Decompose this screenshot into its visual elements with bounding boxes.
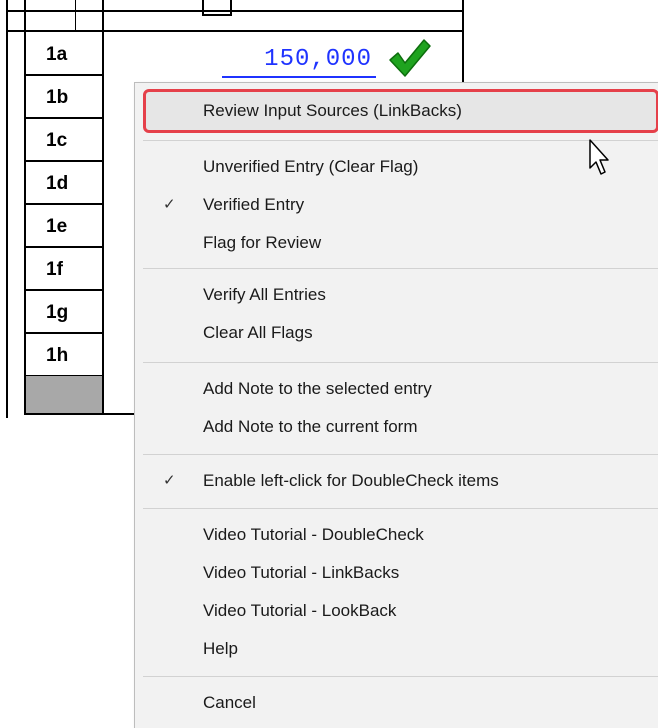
form-row-line — [24, 74, 104, 76]
menu-item-label: Unverified Entry (Clear Flag) — [203, 157, 419, 176]
menu-item-help[interactable]: Help — [135, 631, 658, 667]
menu-item-unverified-entry[interactable]: Unverified Entry (Clear Flag) — [135, 149, 658, 185]
form-row-line — [24, 289, 104, 291]
menu-separator — [143, 140, 658, 141]
row-label-1f: 1f — [46, 259, 63, 280]
menu-item-label: Video Tutorial - LookBack — [203, 601, 397, 620]
menu-item-label: Review Input Sources (LinkBacks) — [203, 101, 462, 120]
menu-separator — [143, 676, 658, 677]
menu-item-label: Help — [203, 639, 238, 658]
menu-item-video-tutorial-linkbacks[interactable]: Video Tutorial - LinkBacks — [135, 555, 658, 591]
mouse-cursor-icon — [589, 139, 609, 175]
menu-item-review-input-sources[interactable]: Review Input Sources (LinkBacks) — [143, 89, 658, 133]
menu-item-cancel[interactable]: Cancel — [135, 685, 658, 721]
form-row-line — [24, 160, 104, 162]
menu-item-add-note-selected-entry[interactable]: Add Note to the selected entry — [135, 371, 658, 407]
menu-item-add-note-current-form[interactable]: Add Note to the current form — [135, 409, 658, 445]
form-row-line — [6, 30, 464, 32]
menu-item-label: Verify All Entries — [203, 285, 326, 304]
row-label-1e: 1e — [46, 216, 68, 237]
menu-item-video-tutorial-lookback[interactable]: Video Tutorial - LookBack — [135, 593, 658, 629]
menu-separator — [143, 508, 658, 509]
form-row-line — [24, 332, 104, 334]
form-border-col0 — [75, 0, 76, 30]
menu-item-label: Video Tutorial - LinkBacks — [203, 563, 400, 582]
check-icon: ✓ — [163, 196, 176, 213]
form-border-left — [6, 0, 8, 418]
form-row-line — [6, 10, 464, 12]
menu-item-video-tutorial-doublecheck[interactable]: Video Tutorial - DoubleCheck — [135, 517, 658, 553]
menu-item-label: Enable left-click for DoubleCheck items — [203, 471, 499, 490]
menu-item-enable-left-click[interactable]: ✓ Enable left-click for DoubleCheck item… — [135, 463, 658, 499]
context-menu: Review Input Sources (LinkBacks) Unverif… — [134, 82, 658, 728]
row-label-1g: 1g — [46, 302, 69, 323]
menu-item-label: Add Note to the current form — [203, 417, 418, 436]
field-1a-value[interactable]: 150,000 — [200, 46, 372, 74]
row-label-1b: 1b — [46, 87, 69, 108]
menu-item-label: Cancel — [203, 693, 256, 712]
menu-item-verify-all-entries[interactable]: Verify All Entries — [135, 277, 658, 313]
menu-item-clear-all-flags[interactable]: Clear All Flags — [135, 315, 658, 351]
form-border-col2 — [102, 0, 104, 413]
menu-item-label: Clear All Flags — [203, 323, 313, 342]
menu-item-label: Flag for Review — [203, 233, 322, 252]
form-row-line — [24, 246, 104, 248]
menu-item-flag-for-review[interactable]: Flag for Review — [135, 225, 658, 261]
row-label-1d: 1d — [46, 173, 69, 194]
row-label-1h: 1h — [46, 345, 69, 366]
green-checkmark-icon[interactable] — [386, 36, 432, 80]
menu-item-label: Add Note to the selected entry — [203, 379, 432, 398]
menu-separator — [143, 268, 658, 269]
form-row-line — [24, 117, 104, 119]
menu-item-label: Video Tutorial - DoubleCheck — [203, 525, 424, 544]
check-icon: ✓ — [163, 472, 176, 489]
form-gray-cell — [26, 376, 102, 413]
menu-separator — [143, 362, 658, 363]
menu-item-verified-entry[interactable]: ✓ Verified Entry — [135, 187, 658, 223]
field-1a-underline — [222, 76, 376, 78]
row-label-1a: 1a — [46, 44, 68, 65]
form-top-tab — [202, 0, 232, 16]
row-label-1c: 1c — [46, 130, 68, 151]
form-row-line — [24, 203, 104, 205]
menu-separator — [143, 454, 658, 455]
menu-item-label: Verified Entry — [203, 195, 305, 214]
